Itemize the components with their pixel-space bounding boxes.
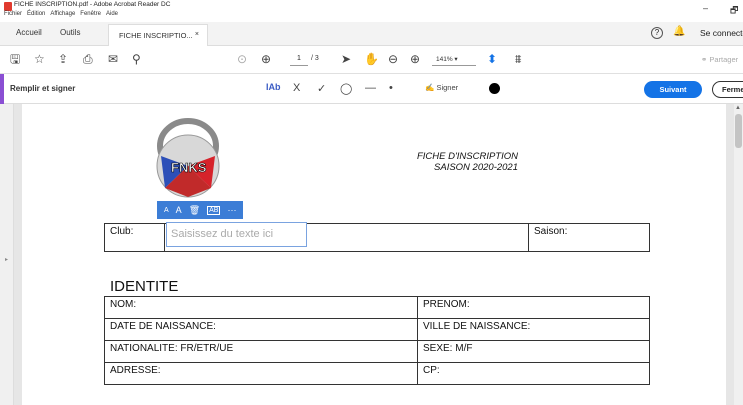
next-button[interactable]: Suivant: [644, 81, 702, 98]
page-number-input[interactable]: 1: [290, 52, 308, 66]
scroll-thumb[interactable]: [735, 114, 742, 148]
close-button[interactable]: Fermer: [712, 81, 743, 98]
menu-affichage[interactable]: Affichage: [50, 11, 75, 17]
left-panel-toggle[interactable]: ▸: [0, 104, 14, 405]
form-title: FICHE D'INSCRIPTION SAISON 2020-2021: [358, 151, 518, 173]
zoom-select[interactable]: 141% ▾: [432, 52, 476, 66]
date-naissance-label: DATE DE NAISSANCE:: [104, 318, 418, 341]
fill-sign-bar: Remplir et signer IAb X ✓ ◯ — • ✍ Signer…: [0, 74, 743, 104]
title-bar: FICHE INSCRIPTION.pdf - Adobe Acrobat Re…: [0, 0, 743, 22]
menu-aide[interactable]: Aide: [106, 11, 118, 17]
logo-text: FNKS: [171, 160, 207, 175]
menu-edition[interactable]: Édition: [27, 11, 45, 17]
upload-cloud-icon[interactable]: ⇪: [58, 52, 68, 66]
section-heading: IDENTITE: [110, 278, 179, 295]
adresse-label: ADRESSE:: [104, 362, 418, 385]
menu-fenetre[interactable]: Fenêtre: [80, 11, 101, 17]
page-total: / 3: [311, 55, 319, 62]
table-row: NATIONALITE: FR/ETR/UE SEXE: M/F: [104, 340, 650, 363]
comb-field-button[interactable]: AB: [207, 205, 221, 215]
minimize-button[interactable]: –: [703, 3, 708, 13]
share-button[interactable]: ⚭ Partager: [701, 55, 738, 64]
checkmark-icon[interactable]: ✓: [317, 82, 326, 95]
zoom-out-icon[interactable]: ⊖: [388, 52, 398, 66]
page-up-icon[interactable]: ⊙: [237, 52, 247, 66]
bookmark-star-icon[interactable]: ☆: [34, 52, 45, 66]
document-area: ▸ FNKS FICHE D'INSCRIPTION SAISON 2020-2…: [0, 104, 743, 405]
increase-font-button[interactable]: A: [176, 205, 182, 215]
email-icon[interactable]: ✉: [108, 52, 118, 66]
saison-label: Saison:: [528, 223, 650, 252]
text-field-toolbar: A A 🗑 AB ···: [157, 201, 243, 219]
form-title-line1: FICHE D'INSCRIPTION: [416, 151, 518, 162]
fnks-logo: FNKS: [156, 118, 220, 198]
tab-bar: Accueil Outils FICHE INSCRIPTIO... × ? 🔔…: [0, 22, 743, 46]
sexe-label: SEXE: M/F: [417, 340, 650, 363]
add-text-tool[interactable]: IAb: [266, 82, 281, 92]
sign-in-link[interactable]: Se connecter: [700, 28, 743, 38]
table-row: NOM: PRENOM:: [104, 296, 650, 319]
more-options-button[interactable]: ···: [227, 205, 236, 215]
save-icon[interactable]: 🖫: [10, 52, 20, 66]
help-icon[interactable]: ?: [651, 27, 663, 39]
zoom-in-icon[interactable]: ⊕: [410, 52, 420, 66]
club-text-input[interactable]: Saisissez du texte ici: [166, 222, 307, 247]
sign-button[interactable]: ✍ Signer: [425, 83, 458, 92]
tab-document-label: FICHE INSCRIPTIO...: [119, 31, 193, 40]
cross-mark-icon[interactable]: X: [293, 82, 300, 94]
line-icon[interactable]: —: [365, 82, 376, 94]
restore-button[interactable]: 🗗: [730, 3, 738, 19]
search-icon[interactable]: ⚲: [132, 52, 141, 66]
acrobat-app-icon: [4, 2, 12, 11]
expand-panel-icon[interactable]: ▸: [5, 256, 8, 263]
circle-icon[interactable]: ◯: [340, 82, 352, 95]
identity-table: NOM: PRENOM: DATE DE NAISSANCE: VILLE DE…: [104, 296, 650, 385]
nom-label: NOM:: [104, 296, 418, 319]
ink-color-swatch[interactable]: [489, 83, 500, 94]
cp-label: CP:: [417, 362, 650, 385]
decrease-font-button[interactable]: A: [164, 207, 169, 214]
dot-icon[interactable]: •: [389, 82, 393, 94]
bell-icon[interactable]: 🔔: [673, 26, 685, 37]
scroll-mode-icon[interactable]: ⩩: [515, 52, 521, 66]
fit-page-icon[interactable]: ⬍: [487, 52, 497, 66]
ville-naissance-label: VILLE DE NAISSANCE:: [417, 318, 650, 341]
menu-bar: Fichier Édition Affichage Fenêtre Aide: [4, 11, 118, 17]
tab-outils[interactable]: Outils: [60, 28, 80, 37]
zoom-value: 141%: [436, 56, 453, 63]
club-label: Club:: [104, 223, 165, 252]
fill-sign-label: Remplir et signer: [10, 84, 76, 93]
hand-tool-icon[interactable]: ✋: [364, 52, 379, 66]
print-icon[interactable]: ⎙: [83, 52, 93, 66]
table-row: ADRESSE: CP:: [104, 362, 650, 385]
tab-accueil[interactable]: Accueil: [16, 28, 42, 37]
main-toolbar: 🖫 ☆ ⇪ ⎙ ✉ ⚲ ⊙ ⊕ 1 / 3 ➤ ✋ ⊖ ⊕ 141% ▾ ⬍ ⩩…: [0, 46, 743, 74]
select-cursor-icon[interactable]: ➤: [341, 52, 351, 66]
trash-icon[interactable]: 🗑: [189, 205, 200, 216]
menu-fichier[interactable]: Fichier: [4, 11, 22, 17]
page-down-icon[interactable]: ⊕: [261, 52, 271, 66]
pdf-page: FNKS FICHE D'INSCRIPTION SAISON 2020-202…: [22, 104, 726, 405]
close-tab-icon[interactable]: ×: [195, 31, 199, 38]
vertical-scrollbar[interactable]: ▲: [734, 104, 743, 405]
fill-sign-accent: [0, 74, 4, 104]
prenom-label: PRENOM:: [417, 296, 650, 319]
tab-document[interactable]: FICHE INSCRIPTIO... ×: [108, 24, 208, 46]
window-title: FICHE INSCRIPTION.pdf - Adobe Acrobat Re…: [14, 1, 171, 8]
form-title-line2: SAISON 2020-2021: [434, 162, 518, 173]
scroll-up-icon[interactable]: ▲: [735, 105, 741, 111]
table-row: DATE DE NAISSANCE: VILLE DE NAISSANCE:: [104, 318, 650, 341]
nationalite-label: NATIONALITE: FR/ETR/UE: [104, 340, 418, 363]
